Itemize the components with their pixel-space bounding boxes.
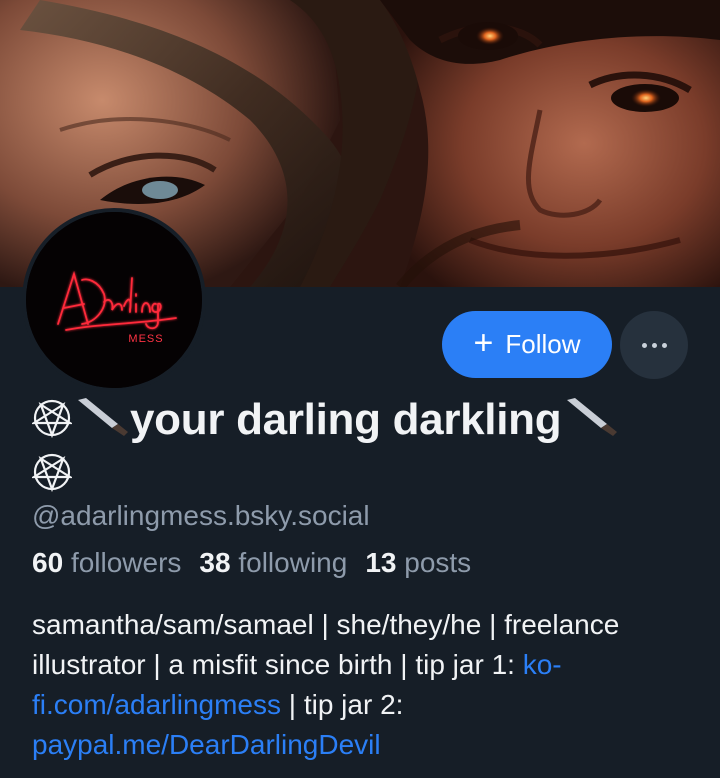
profile-stats: 60 followers 38 following 13 posts [32, 547, 471, 579]
avatar-logo-icon: MESS [26, 212, 202, 388]
display-name: your darling darkling [30, 394, 692, 503]
knife-icon [561, 394, 619, 449]
followers-label: followers [70, 547, 182, 578]
knife-icon [72, 394, 130, 449]
svg-text:MESS: MESS [128, 333, 163, 345]
avatar[interactable]: MESS [26, 212, 202, 388]
pentagram-icon [30, 452, 74, 503]
followers-count: 60 [32, 547, 64, 578]
following-label: following [238, 547, 348, 578]
display-name-text: your darling darkling [130, 395, 562, 444]
paypal-link[interactable]: paypal.me/DearDarlingDevil [32, 729, 381, 760]
following-count: 38 [199, 547, 231, 578]
posts-label: posts [404, 547, 472, 578]
more-options-button[interactable] [620, 311, 688, 379]
followers-stat[interactable]: 60 followers [32, 547, 181, 579]
profile-bio: samantha/sam/samael | she/they/he | free… [32, 605, 672, 765]
follow-button[interactable]: + Follow [442, 311, 612, 378]
posts-count: 13 [365, 547, 397, 578]
follow-label: Follow [505, 329, 581, 359]
avatar-frame: MESS [22, 208, 206, 392]
bio-text: | tip jar 2: [280, 689, 404, 720]
following-stat[interactable]: 38 following [199, 547, 347, 579]
ellipsis-icon [651, 342, 657, 348]
pentagram-icon [30, 398, 74, 449]
profile-handle: @adarlingmess.bsky.social [32, 500, 370, 531]
ellipsis-icon [661, 342, 667, 348]
posts-stat: 13 posts [365, 547, 471, 579]
ellipsis-icon [641, 342, 647, 348]
plus-icon: + [473, 324, 494, 362]
